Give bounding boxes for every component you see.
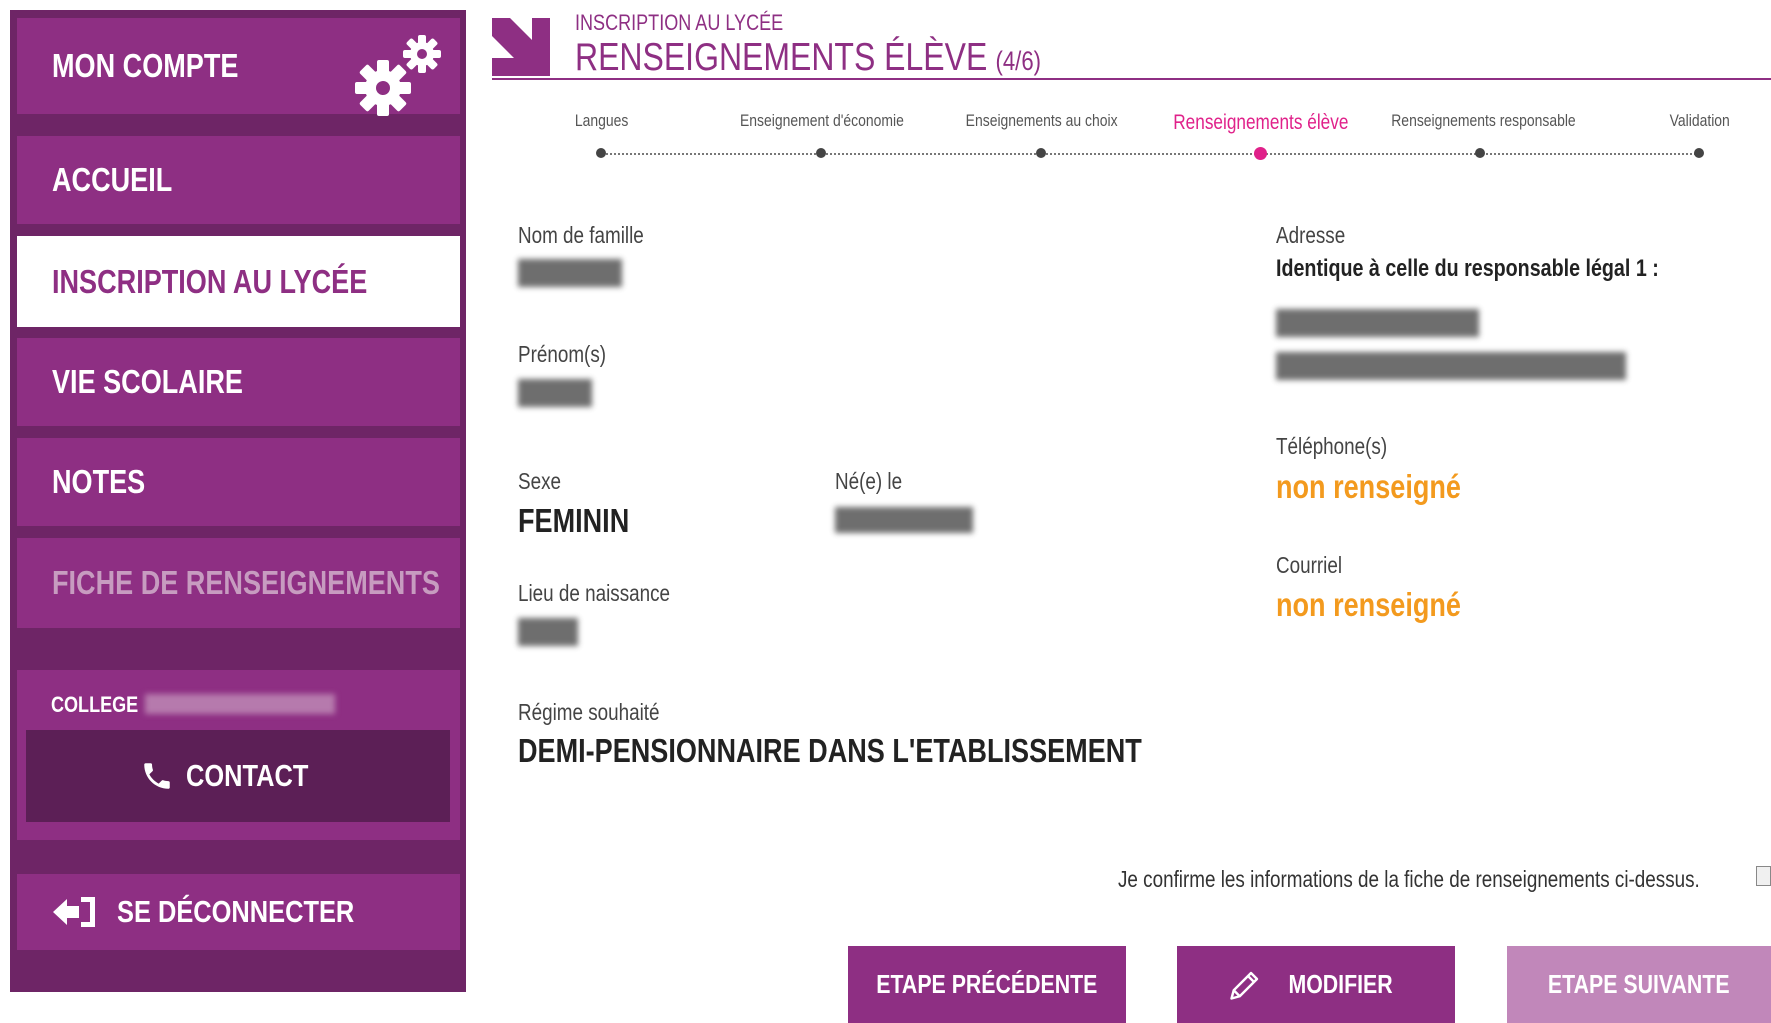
sidebar-item-notes[interactable]: NOTES xyxy=(17,438,460,526)
telephone-label: Téléphone(s) xyxy=(1276,433,1388,459)
naissance-value-redacted xyxy=(835,507,973,533)
next-step-label: ETAPE SUIVANTE xyxy=(1548,969,1730,999)
next-step-button[interactable]: ETAPE SUIVANTE xyxy=(1507,946,1771,1023)
step-dot xyxy=(1036,148,1046,158)
logout-icon xyxy=(53,897,95,927)
logout-label: SE DÉCONNECTER xyxy=(117,894,355,929)
sexe-label: Sexe xyxy=(518,468,561,494)
edit-button[interactable]: MODIFIER xyxy=(1177,946,1455,1023)
sidebar-item-label: FICHE DE RENSEIGNEMENTS xyxy=(52,564,440,601)
step-enseignement-economie[interactable]: Enseignement d'économie xyxy=(712,111,932,158)
courriel-label: Courriel xyxy=(1276,552,1343,578)
contact-label: CONTACT xyxy=(186,758,309,793)
regime-value: DEMI-PENSIONNAIRE DANS L'ETABLISSEMENT xyxy=(518,732,1142,769)
lieu-value-redacted xyxy=(518,618,578,646)
adresse-line2-redacted xyxy=(1276,352,1626,380)
regime-label: Régime souhaité xyxy=(518,699,660,725)
college-box: COLLEGE CONTACT xyxy=(17,670,460,840)
confirm-label: Je confirme les informations de la fiche… xyxy=(1118,866,1700,892)
step-dot xyxy=(1694,148,1704,158)
courriel-value: non renseigné xyxy=(1276,586,1461,623)
sidebar-item-inscription[interactable]: INSCRIPTION AU LYCÉE xyxy=(17,236,460,327)
step-label: Validation xyxy=(1669,111,1731,130)
adresse-label: Adresse xyxy=(1276,222,1346,248)
sexe-value: FEMININ xyxy=(518,502,630,539)
step-dot xyxy=(596,148,606,158)
confirm-checkbox[interactable] xyxy=(1756,866,1771,886)
step-label: Enseignements au choix xyxy=(966,111,1118,130)
step-dot xyxy=(816,148,826,158)
pencil-icon xyxy=(1230,971,1259,1000)
edit-label: MODIFIER xyxy=(1288,969,1394,999)
phone-icon xyxy=(144,763,171,789)
nom-value-redacted xyxy=(518,259,622,287)
lieu-label: Lieu de naissance xyxy=(518,580,671,606)
step-renseignements-responsable[interactable]: Renseignements responsable xyxy=(1371,111,1591,158)
step-dot-active xyxy=(1254,147,1267,160)
adresse-note: Identique à celle du responsable légal 1… xyxy=(1276,255,1659,282)
step-label: Renseignements élève xyxy=(1173,111,1349,134)
step-langues[interactable]: Langues xyxy=(492,111,712,158)
contact-button[interactable]: CONTACT xyxy=(26,730,450,822)
sidebar-item-vie-scolaire[interactable]: VIE SCOLAIRE xyxy=(17,338,460,426)
step-label: Enseignement d'économie xyxy=(740,111,904,130)
sidebar-item-label: NOTES xyxy=(52,463,146,500)
naissance-label: Né(e) le xyxy=(835,468,903,494)
step-dot xyxy=(1475,148,1485,158)
prenom-value-redacted xyxy=(518,379,592,407)
step-label: Renseignements responsable xyxy=(1391,111,1576,130)
telephone-value: non renseigné xyxy=(1276,468,1461,505)
logout-button[interactable]: SE DÉCONNECTER xyxy=(17,874,460,950)
college-name-redacted xyxy=(145,694,335,714)
step-label: Langues xyxy=(575,111,629,130)
college-label: COLLEGE xyxy=(51,692,139,717)
step-renseignements-eleve[interactable]: Renseignements élève xyxy=(1151,111,1371,160)
prenom-label: Prénom(s) xyxy=(518,341,607,367)
sidebar-item-fiche-renseignements: FICHE DE RENSEIGNEMENTS xyxy=(17,538,460,628)
step-validation[interactable]: Validation xyxy=(1590,111,1771,158)
sidebar-item-label: INSCRIPTION AU LYCÉE xyxy=(52,262,368,300)
sidebar-item-label: VIE SCOLAIRE xyxy=(52,363,243,400)
step-enseignements-choix[interactable]: Enseignements au choix xyxy=(932,111,1152,158)
stepper-line xyxy=(602,153,1700,155)
previous-step-label: ETAPE PRÉCÉDENTE xyxy=(876,969,1098,999)
previous-step-button[interactable]: ETAPE PRÉCÉDENTE xyxy=(848,946,1126,1023)
adresse-line1-redacted xyxy=(1276,309,1479,337)
nom-label: Nom de famille xyxy=(518,222,644,248)
progress-stepper: Langues Enseignement d'économie Enseigne… xyxy=(0,0,1771,170)
